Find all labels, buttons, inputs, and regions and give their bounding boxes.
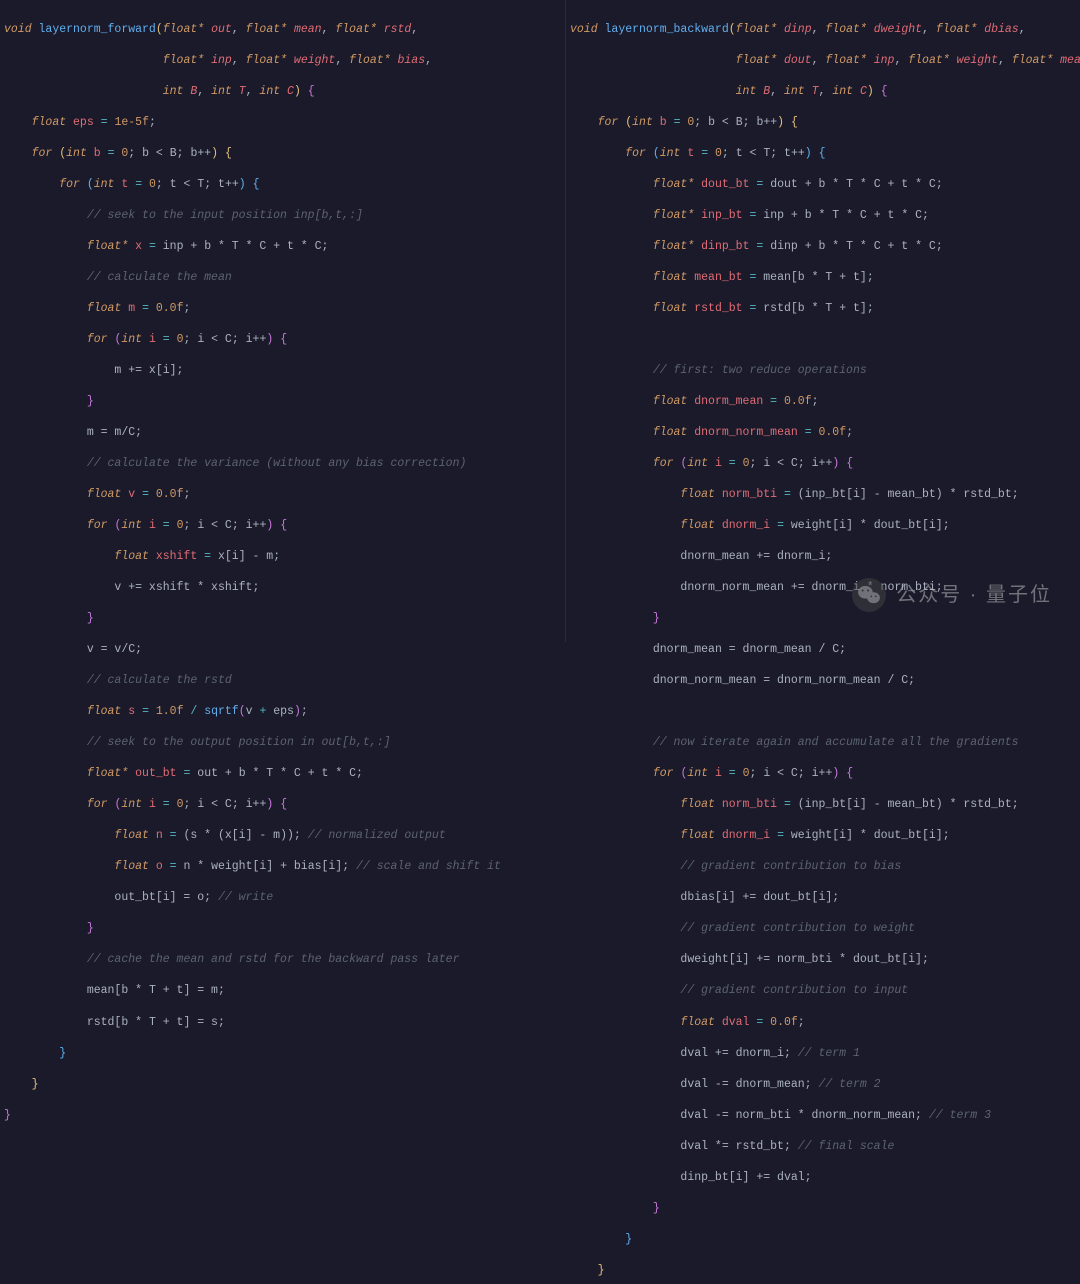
decl: float dval = 0.0f; xyxy=(570,1015,1061,1031)
fn-sig-line2: float* inp, float* weight, float* bias, xyxy=(4,53,561,69)
stmt: dbias[i] += dout_bt[i]; xyxy=(570,890,1061,906)
decl-n: float n = (s * (x[i] - m)); // normalize… xyxy=(4,828,561,844)
decl: float* dout_bt = dout + b * T * C + t * … xyxy=(570,177,1061,193)
fn-sig-line2: float* dout, float* inp, float* weight, … xyxy=(570,53,1061,69)
comment: // gradient contribution to bias xyxy=(570,859,1061,875)
stmt: v = v/C; xyxy=(4,642,561,658)
stmt: dnorm_mean = dnorm_mean / C; xyxy=(570,642,1061,658)
decl-o: float o = n * weight[i] + bias[i]; // sc… xyxy=(4,859,561,875)
decl: float norm_bti = (inp_bt[i] - mean_bt) *… xyxy=(570,797,1061,813)
for-b: for (int b = 0; b < B; b++) { xyxy=(4,146,561,162)
comment: // now iterate again and accumulate all … xyxy=(570,735,1061,751)
for-i1: for (int i = 0; i < C; i++) { xyxy=(570,456,1061,472)
comment: // calculate the mean xyxy=(4,270,561,286)
for-t: for (int t = 0; t < T; t++) { xyxy=(570,146,1061,162)
for-i2: for (int i = 0; i < C; i++) { xyxy=(570,766,1061,782)
brace: } xyxy=(570,611,1061,627)
decl: float norm_bti = (inp_bt[i] - mean_bt) *… xyxy=(570,487,1061,503)
for-i3: for (int i = 0; i < C; i++) { xyxy=(4,797,561,813)
wechat-icon xyxy=(852,578,886,612)
blank xyxy=(570,332,1061,348)
decl: float* dinp_bt = dinp + b * T * C + t * … xyxy=(570,239,1061,255)
stmt: dval -= norm_bti * dnorm_norm_mean; // t… xyxy=(570,1108,1061,1124)
fn-sig-line1: void layernorm_forward(float* out, float… xyxy=(4,22,561,38)
stmt: dval -= dnorm_mean; // term 2 xyxy=(570,1077,1061,1093)
decl: float rstd_bt = rstd[b * T + t]; xyxy=(570,301,1061,317)
comment: // cache the mean and rstd for the backw… xyxy=(4,952,561,968)
for-b: for (int b = 0; b < B; b++) { xyxy=(570,115,1061,131)
comment: // calculate the rstd xyxy=(4,673,561,689)
brace: } xyxy=(4,1046,561,1062)
comment: // seek to the input position inp[b,t,:] xyxy=(4,208,561,224)
stmt: v += xshift * xshift; xyxy=(4,580,561,596)
decl-x: float* x = inp + b * T * C + t * C; xyxy=(4,239,561,255)
stmt: dinp_bt[i] += dval; xyxy=(570,1170,1061,1186)
brace: } xyxy=(4,1077,561,1093)
brace: } xyxy=(4,394,561,410)
decl: float dnorm_i = weight[i] * dout_bt[i]; xyxy=(570,828,1061,844)
watermark: 公众号 · 量子位 xyxy=(852,578,1052,612)
stmt: m = m/C; xyxy=(4,425,561,441)
decl: float mean_bt = mean[b * T + t]; xyxy=(570,270,1061,286)
stmt: dnorm_norm_mean = dnorm_norm_mean / C; xyxy=(570,673,1061,689)
brace: } xyxy=(570,1201,1061,1217)
fn-sig-line3: int B, int T, int C) { xyxy=(570,84,1061,100)
decl-outbt: float* out_bt = out + b * T * C + t * C; xyxy=(4,766,561,782)
code-pane-forward: void layernorm_forward(float* out, float… xyxy=(0,0,565,642)
fn-sig-line1: void layernorm_backward(float* dinp, flo… xyxy=(570,22,1061,38)
stmt: mean[b * T + t] = m; xyxy=(4,983,561,999)
decl-m: float m = 0.0f; xyxy=(4,301,561,317)
for-i1: for (int i = 0; i < C; i++) { xyxy=(4,332,561,348)
watermark-text: 公众号 · 量子位 xyxy=(896,582,1052,609)
stmt: dnorm_mean += dnorm_i; xyxy=(570,549,1061,565)
decl-s: float s = 1.0f / sqrtf(v + eps); xyxy=(4,704,561,720)
decl-v: float v = 0.0f; xyxy=(4,487,561,503)
stmt: m += x[i]; xyxy=(4,363,561,379)
decl: float* inp_bt = inp + b * T * C + t * C; xyxy=(570,208,1061,224)
stmt: dval += dnorm_i; // term 1 xyxy=(570,1046,1061,1062)
brace: } xyxy=(4,921,561,937)
comment: // gradient contribution to input xyxy=(570,983,1061,999)
brace: } xyxy=(570,1263,1061,1279)
decl-eps: float eps = 1e-5f; xyxy=(4,115,561,131)
decl: float dnorm_norm_mean = 0.0f; xyxy=(570,425,1061,441)
stmt: dval *= rstd_bt; // final scale xyxy=(570,1139,1061,1155)
decl: float dnorm_mean = 0.0f; xyxy=(570,394,1061,410)
comment: // calculate the variance (without any b… xyxy=(4,456,561,472)
for-i2: for (int i = 0; i < C; i++) { xyxy=(4,518,561,534)
fn-sig-line3: int B, int T, int C) { xyxy=(4,84,561,100)
stmt: rstd[b * T + t] = s; xyxy=(4,1015,561,1031)
comment: // first: two reduce operations xyxy=(570,363,1061,379)
for-t: for (int t = 0; t < T; t++) { xyxy=(4,177,561,193)
code-pane-backward: void layernorm_backward(float* dinp, flo… xyxy=(565,0,1065,642)
decl-xshift: float xshift = x[i] - m; xyxy=(4,549,561,565)
stmt: out_bt[i] = o; // write xyxy=(4,890,561,906)
stmt: dweight[i] += norm_bti * dout_bt[i]; xyxy=(570,952,1061,968)
comment: // gradient contribution to weight xyxy=(570,921,1061,937)
decl: float dnorm_i = weight[i] * dout_bt[i]; xyxy=(570,518,1061,534)
brace: } xyxy=(4,1108,561,1124)
blank xyxy=(570,704,1061,720)
brace: } xyxy=(4,611,561,627)
brace: } xyxy=(570,1232,1061,1248)
comment: // seek to the output position in out[b,… xyxy=(4,735,561,751)
